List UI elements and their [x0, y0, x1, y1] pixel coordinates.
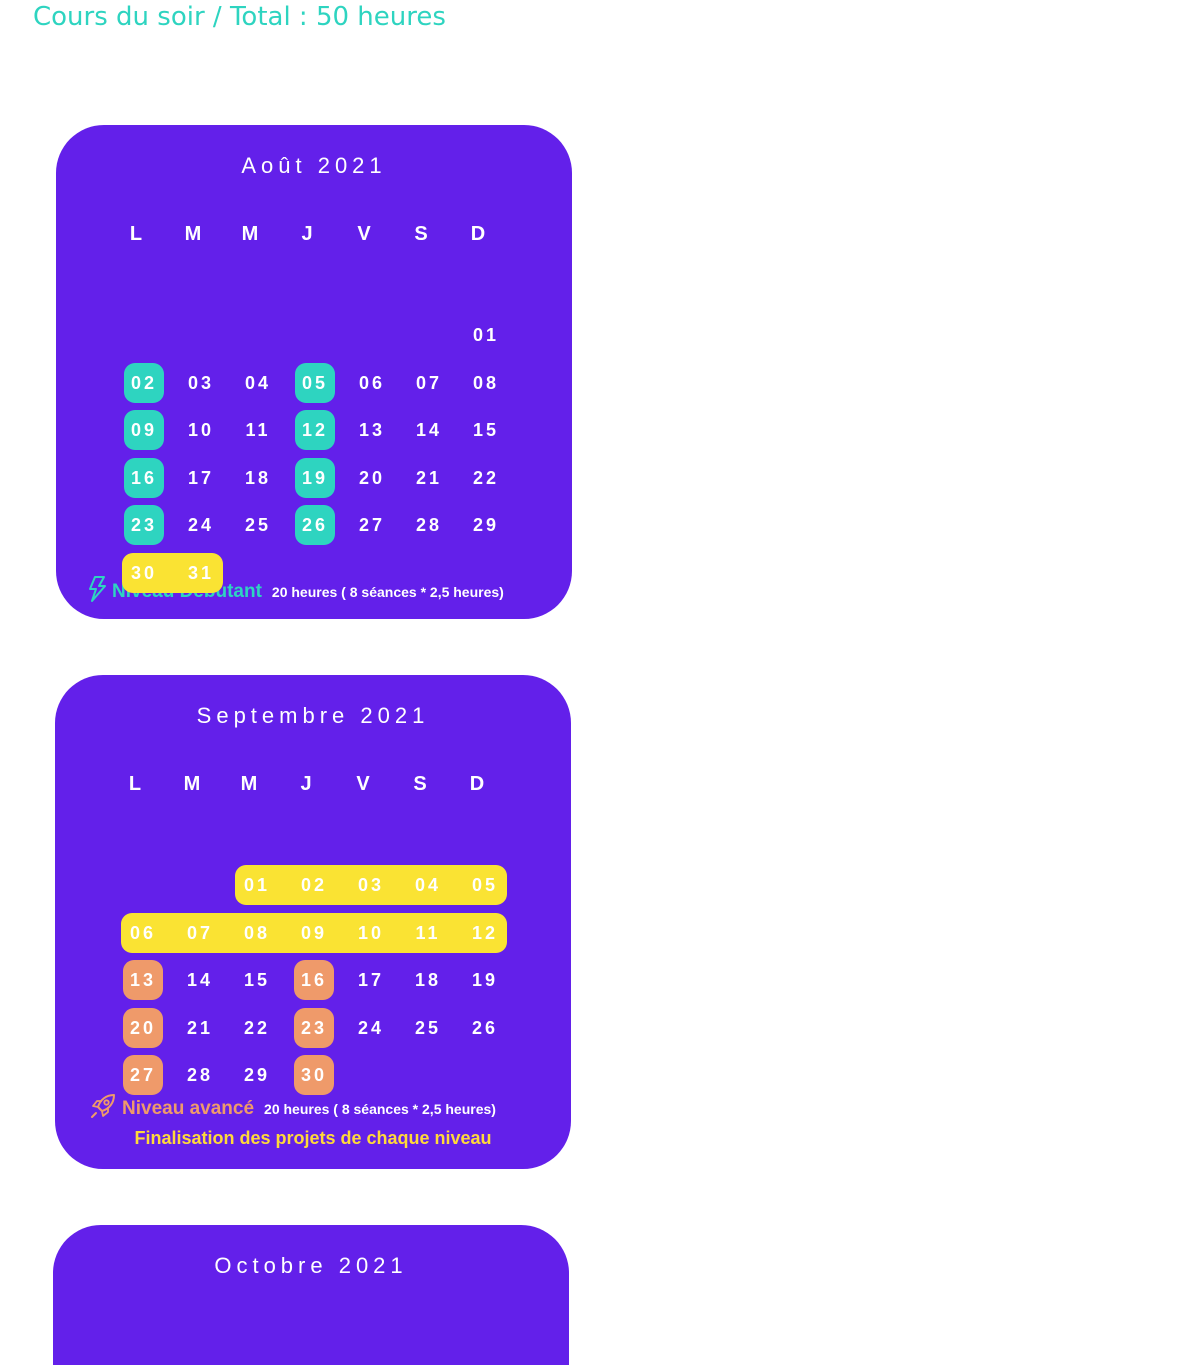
- calendar-day[interactable]: 16: [294, 960, 334, 1000]
- calendar-day[interactable]: 02: [294, 865, 334, 905]
- calendar-day[interactable]: 17: [181, 458, 221, 498]
- calendar-day[interactable]: 12: [295, 410, 335, 450]
- calendar-day[interactable]: 02: [124, 363, 164, 403]
- weekday-header: D: [469, 773, 485, 795]
- calendar-day[interactable]: 14: [409, 410, 449, 450]
- calendar-day[interactable]: 11: [238, 410, 278, 450]
- calendar-day[interactable]: 03: [351, 865, 391, 905]
- calendar-day[interactable]: 29: [237, 1055, 277, 1095]
- calendar-card-august: Août 2021 Niveau Débutant 20 heures ( 8 …: [56, 125, 572, 619]
- lightning-icon: [88, 576, 106, 607]
- calendar-day[interactable]: 01: [237, 865, 277, 905]
- calendar-day[interactable]: 26: [295, 505, 335, 545]
- calendar-day[interactable]: 04: [238, 363, 278, 403]
- calendar-day[interactable]: 30: [124, 553, 164, 593]
- weekday-header: J: [301, 223, 313, 245]
- legend-hours: 20 heures ( 8 séances * 2,5 heures): [264, 1100, 496, 1117]
- calendar-day[interactable]: 30: [294, 1055, 334, 1095]
- calendar-day[interactable]: 20: [352, 458, 392, 498]
- calendar-day[interactable]: 09: [294, 913, 334, 953]
- calendar-day[interactable]: 05: [295, 363, 335, 403]
- calendar-day[interactable]: 12: [465, 913, 505, 953]
- calendar-day[interactable]: 16: [124, 458, 164, 498]
- calendar-day[interactable]: 06: [123, 913, 163, 953]
- calendar-day[interactable]: 21: [180, 1008, 220, 1048]
- calendar-day[interactable]: 28: [180, 1055, 220, 1095]
- weekday-header: D: [470, 223, 486, 245]
- calendar-day[interactable]: 14: [180, 960, 220, 1000]
- calendar-day[interactable]: 25: [408, 1008, 448, 1048]
- calendar-day[interactable]: 10: [351, 913, 391, 953]
- legend-hours: 20 heures ( 8 séances * 2,5 heures): [271, 583, 504, 600]
- calendar-day[interactable]: 05: [465, 865, 505, 905]
- legend: Niveau avancé 20 heures ( 8 séances * 2,…: [90, 1093, 496, 1124]
- calendar-day[interactable]: 21: [409, 458, 449, 498]
- weekday-header: M: [241, 223, 259, 245]
- calendar-day[interactable]: 24: [181, 505, 221, 545]
- calendar-card-october: Octobre 2021: [53, 1225, 569, 1365]
- weekday-header: V: [357, 223, 371, 245]
- calendar-day[interactable]: 09: [124, 410, 164, 450]
- calendar-day[interactable]: 24: [351, 1008, 391, 1048]
- calendar-day[interactable]: 08: [237, 913, 277, 953]
- calendar-day[interactable]: 15: [466, 410, 506, 450]
- calendar-day[interactable]: 17: [351, 960, 391, 1000]
- weekday-header: L: [128, 773, 142, 795]
- calendar-day[interactable]: 27: [123, 1055, 163, 1095]
- calendar-day[interactable]: 01: [466, 315, 506, 355]
- calendar-day[interactable]: 23: [294, 1008, 334, 1048]
- weekday-header: V: [356, 773, 370, 795]
- weekday-header: M: [184, 223, 202, 245]
- calendar-day[interactable]: 15: [237, 960, 277, 1000]
- month-title: Septembre 2021: [196, 703, 430, 728]
- calendar-day[interactable]: 22: [237, 1008, 277, 1048]
- calendar-day[interactable]: 13: [123, 960, 163, 1000]
- calendar-day[interactable]: 06: [352, 363, 392, 403]
- calendar-day[interactable]: 25: [238, 505, 278, 545]
- calendar-day[interactable]: 13: [352, 410, 392, 450]
- calendar-day[interactable]: 26: [465, 1008, 505, 1048]
- legend-level: Niveau avancé: [122, 1097, 255, 1119]
- rocket-icon: [90, 1093, 116, 1124]
- month-title: Août 2021: [241, 153, 387, 178]
- calendar-day[interactable]: 08: [466, 363, 506, 403]
- weekday-header: J: [300, 773, 312, 795]
- calendar-day[interactable]: 23: [124, 505, 164, 545]
- calendar-day[interactable]: 11: [408, 913, 448, 953]
- page-title: Cours du soir / Total : 50 heures: [33, 2, 446, 32]
- calendar-day[interactable]: 19: [295, 458, 335, 498]
- calendar-day[interactable]: 22: [466, 458, 506, 498]
- calendar-day[interactable]: 03: [181, 363, 221, 403]
- calendar-day[interactable]: 29: [466, 505, 506, 545]
- finalisation-note: Finalisation des projets de chaque nivea…: [134, 1128, 492, 1148]
- calendar-day[interactable]: 07: [409, 363, 449, 403]
- calendar-card-september: Septembre 2021 Niveau avancé 20 heures (…: [55, 675, 571, 1169]
- calendar-day[interactable]: 20: [123, 1008, 163, 1048]
- calendar-day[interactable]: 27: [352, 505, 392, 545]
- calendar-day[interactable]: 31: [181, 553, 221, 593]
- calendar-day[interactable]: 19: [465, 960, 505, 1000]
- month-title: Octobre 2021: [214, 1253, 408, 1278]
- calendar-day[interactable]: 18: [238, 458, 278, 498]
- calendar-day[interactable]: 28: [409, 505, 449, 545]
- weekday-header: M: [183, 773, 201, 795]
- weekday-header: L: [129, 223, 143, 245]
- weekday-header: S: [413, 773, 427, 795]
- weekday-header: M: [240, 773, 258, 795]
- calendar-day[interactable]: 07: [180, 913, 220, 953]
- calendar-day[interactable]: 18: [408, 960, 448, 1000]
- calendar-day[interactable]: 10: [181, 410, 221, 450]
- weekday-header: S: [414, 223, 428, 245]
- calendar-day[interactable]: 04: [408, 865, 448, 905]
